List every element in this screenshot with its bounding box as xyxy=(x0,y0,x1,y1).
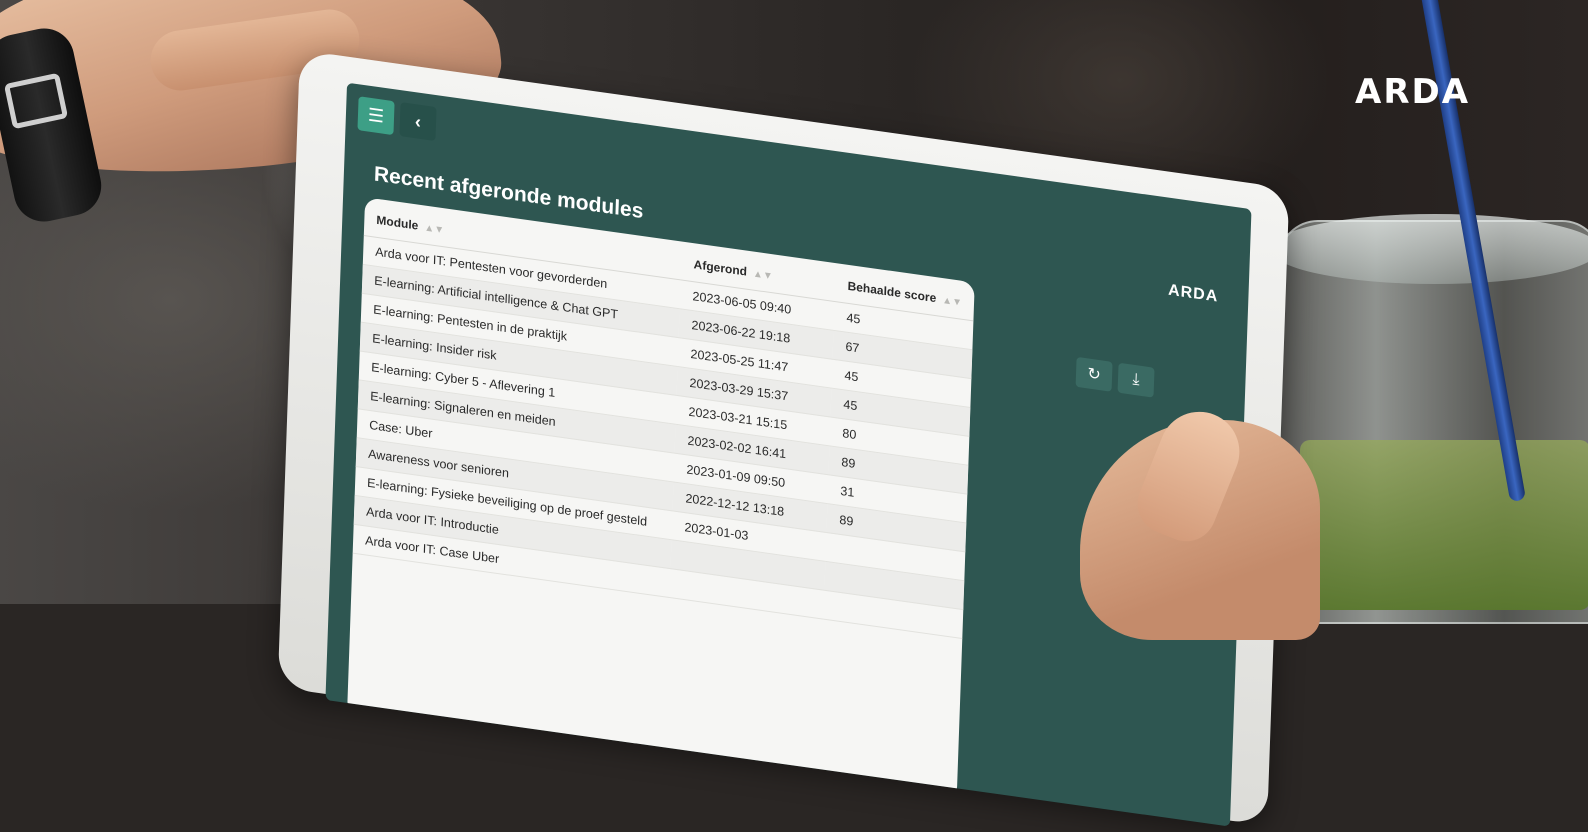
back-button[interactable]: ‹ xyxy=(399,102,437,142)
menu-button[interactable]: ☰ xyxy=(357,96,395,136)
sort-icon[interactable]: ▲▼ xyxy=(942,295,962,309)
modules-table: Module ▲▼ Afgerond ▲▼ Behaalde score ▲▼ Ard… xyxy=(352,197,975,639)
chevron-left-icon: ‹ xyxy=(414,110,422,132)
tablet-device: ☰ ‹ Recent afgeronde modules ARDA ↻ ⤓ Mo… xyxy=(277,50,1290,827)
download-icon: ⤓ xyxy=(1132,370,1140,389)
refresh-button[interactable]: ↻ xyxy=(1075,356,1113,392)
screen-logo: ARDA xyxy=(1167,281,1219,306)
tablet-screen: ☰ ‹ Recent afgeronde modules ARDA ↻ ⤓ Mo… xyxy=(325,82,1252,827)
download-button[interactable]: ⤓ xyxy=(1117,362,1155,398)
hamburger-menu-icon: ☰ xyxy=(367,104,385,127)
brand-logo: ARDA xyxy=(1355,72,1471,112)
refresh-icon: ↻ xyxy=(1087,365,1102,385)
sort-icon[interactable]: ▲▼ xyxy=(753,269,773,283)
cup-lid xyxy=(1270,214,1588,284)
green-drink xyxy=(1300,440,1588,610)
modules-table-card: Module ▲▼ Afgerond ▲▼ Behaalde score ▲▼ Ard… xyxy=(346,197,975,801)
sort-icon[interactable]: ▲▼ xyxy=(424,223,444,237)
